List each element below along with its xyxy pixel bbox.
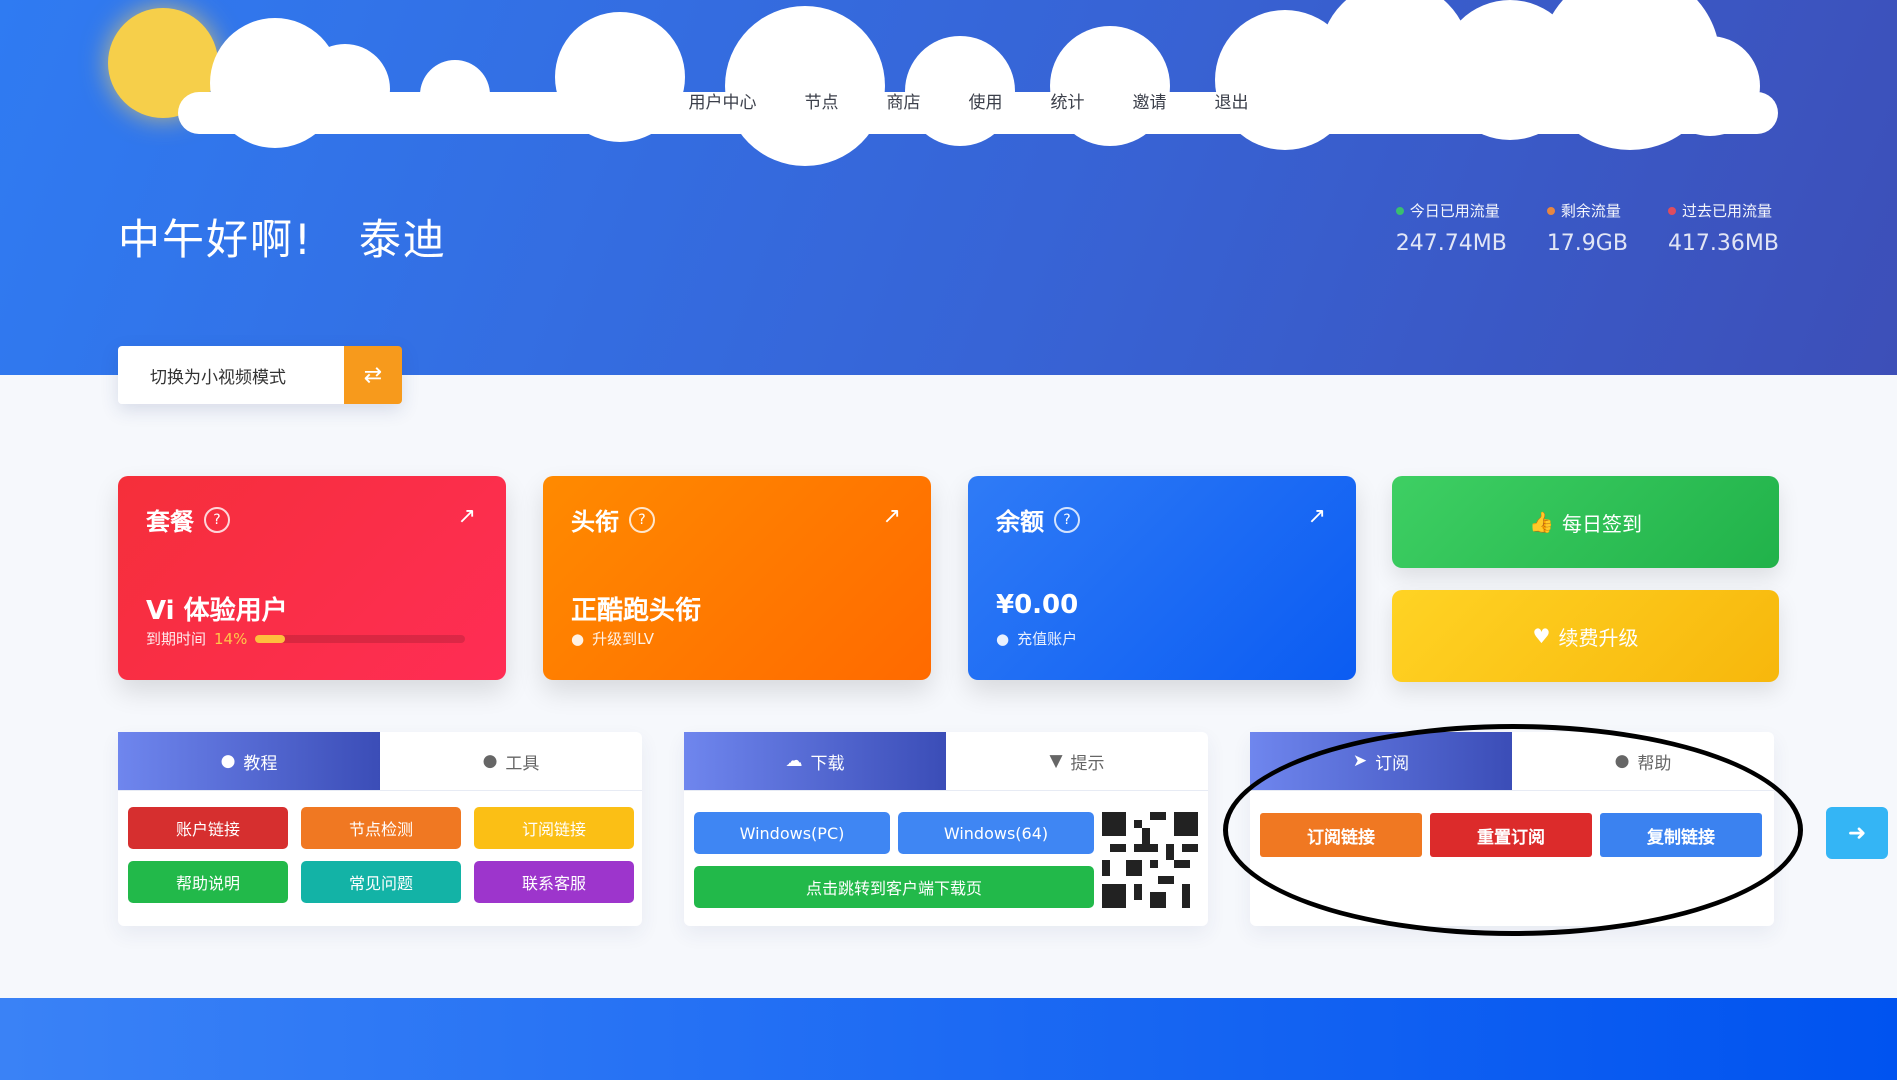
thumbs-up-icon: 👍 <box>1529 510 1554 534</box>
tab-tutorial[interactable]: ● 教程 <box>118 732 380 790</box>
card-sub-label: 升级到LV <box>592 630 655 648</box>
subscription-link-button[interactable]: 订阅链接 <box>1260 813 1422 857</box>
version-switch-label: 切换为小视频模式 <box>118 346 344 404</box>
card-main: Vi 体验用户 <box>146 596 288 626</box>
share-icon[interactable]: ↗ <box>1308 504 1326 529</box>
help-button[interactable]: 帮助说明 <box>128 861 288 903</box>
cloud-icon: ☁ <box>785 751 803 771</box>
node-check-button[interactable]: 节点检测 <box>301 807 461 849</box>
nav-item-nodes[interactable]: 节点 <box>805 88 839 118</box>
top-nav: 用户中心 节点 商店 使用 统计 邀请 退出 <box>0 88 1897 118</box>
help-icon[interactable]: ? <box>1054 506 1080 533</box>
globe-icon: ● <box>1614 751 1630 771</box>
card-main: ¥0.00 <box>996 590 1079 620</box>
tab-help[interactable]: ● 帮助 <box>1512 732 1774 790</box>
stat-label: 剩余流量 <box>1560 202 1621 220</box>
balance-card: 余额? ↗ ¥0.00 ● 充值账户 <box>968 476 1356 680</box>
stat-value: 417.36MB <box>1667 231 1779 256</box>
card-title: 余额 <box>996 508 1044 536</box>
share-icon[interactable]: ↗ <box>883 504 901 529</box>
qr-code <box>1102 812 1198 908</box>
card-main: 正酷跑头衔 <box>571 596 702 626</box>
stat-today-used: 今日已用流量 247.74MB <box>1395 200 1507 256</box>
help-icon[interactable]: ? <box>204 506 230 533</box>
traffic-stats: 今日已用流量 247.74MB 剩余流量 17.9GB 过去已用流量 417.3… <box>1395 200 1779 256</box>
tab-label: 教程 <box>243 753 278 774</box>
contact-support-button[interactable]: 联系客服 <box>474 861 634 903</box>
renew-button[interactable]: ♥ 续费升级 <box>1392 590 1779 682</box>
copy-link-button[interactable]: 复制链接 <box>1600 813 1762 857</box>
tab-download[interactable]: ☁ 下载 <box>684 732 946 790</box>
card-sub-label: 到期时间 <box>146 630 207 648</box>
download-panel: ☁ 下载 ▼ 提示 Windows(PC) Windows(64) 点击跳转到客户端… <box>684 732 1208 926</box>
green-dot-icon <box>1395 206 1404 215</box>
tab-icon: ● <box>482 751 498 771</box>
tab-tips[interactable]: ▼ 提示 <box>946 732 1208 790</box>
tab-label: 帮助 <box>1637 753 1672 774</box>
nav-item-user-center[interactable]: 用户中心 <box>689 88 757 118</box>
card-title: 套餐 <box>146 508 194 536</box>
title-card: 头衔? ↗ 正酷跑头衔 ● 升级到LV <box>543 476 931 680</box>
heart-icon: ♥ <box>1532 624 1551 648</box>
progress-label: 14% <box>214 629 248 648</box>
cloud-puff <box>1050 26 1170 146</box>
nav-item-usage[interactable]: 使用 <box>969 88 1003 118</box>
version-switch[interactable]: 切换为小视频模式 ⇄ <box>118 346 402 404</box>
stat-value: 17.9GB <box>1546 231 1628 256</box>
tab-icon: ● <box>220 751 236 771</box>
cloud-puff <box>555 12 685 142</box>
nav-item-invite[interactable]: 邀请 <box>1133 88 1167 118</box>
tutorial-panel: ● 教程 ● 工具 账户链接 节点检测 订阅链接 帮助说明 常见问题 联系客服 <box>118 732 642 926</box>
tab-tools[interactable]: ● 工具 <box>380 732 642 790</box>
greeting-hello: 中午好啊! <box>118 215 313 264</box>
stat-label: 今日已用流量 <box>1409 202 1500 220</box>
swap-icon[interactable]: ⇄ <box>344 346 402 404</box>
nav-item-logout[interactable]: 退出 <box>1215 88 1249 118</box>
orange-dot-icon <box>1546 206 1555 215</box>
tab-label: 下载 <box>810 753 845 774</box>
greeting-name: 泰迪 <box>358 215 447 264</box>
pin-icon: ▼ <box>1049 751 1063 771</box>
nav-item-stats[interactable]: 统计 <box>1051 88 1085 118</box>
renew-label: 续费升级 <box>1558 625 1639 650</box>
arrow-right-icon: ➜ <box>1847 820 1867 846</box>
tab-label: 工具 <box>505 753 540 774</box>
windows-pc-button[interactable]: Windows(PC) <box>694 812 890 854</box>
faq-button[interactable]: 常见问题 <box>301 861 461 903</box>
progress-bar <box>255 634 466 643</box>
client-download-button[interactable]: 点击跳转到客户端下载页 <box>694 866 1094 908</box>
dot-icon: ● <box>571 629 585 648</box>
tab-subscription[interactable]: ➤ 订阅 <box>1250 732 1512 790</box>
windows-64-button[interactable]: Windows(64) <box>898 812 1094 854</box>
help-icon[interactable]: ? <box>629 506 655 533</box>
cloud-puff <box>725 6 885 166</box>
float-action-button[interactable]: ➜ <box>1826 807 1888 859</box>
card-sub-label: 充值账户 <box>1017 630 1078 648</box>
footer-bar <box>0 998 1897 1080</box>
checkin-label: 每日签到 <box>1561 511 1642 536</box>
stat-label: 过去已用流量 <box>1681 202 1772 220</box>
dot-icon: ● <box>996 629 1010 648</box>
stat-remaining: 剩余流量 17.9GB <box>1546 200 1628 256</box>
stat-value: 247.74MB <box>1395 231 1507 256</box>
tab-label: 订阅 <box>1375 753 1410 774</box>
checkin-button[interactable]: 👍 每日签到 <box>1392 476 1779 568</box>
greeting: 中午好啊! 泰迪 <box>118 206 447 267</box>
tab-label: 提示 <box>1070 753 1105 774</box>
account-link-button[interactable]: 账户链接 <box>128 807 288 849</box>
plan-card: 套餐? ↗ Vi 体验用户 到期时间 14% <box>118 476 506 680</box>
progress-fill <box>255 634 285 643</box>
send-icon: ➤ <box>1352 751 1368 771</box>
stat-past-used: 过去已用流量 417.36MB <box>1667 200 1779 256</box>
red-dot-icon <box>1667 206 1676 215</box>
reset-subscription-button[interactable]: 重置订阅 <box>1430 813 1592 857</box>
card-title: 头衔 <box>571 508 619 536</box>
subscription-link-button[interactable]: 订阅链接 <box>474 807 634 849</box>
subscription-panel: ➤ 订阅 ● 帮助 订阅链接 重置订阅 复制链接 <box>1250 732 1774 926</box>
cloud-puff <box>1660 36 1760 136</box>
share-icon[interactable]: ↗ <box>458 504 476 529</box>
nav-item-shop[interactable]: 商店 <box>887 88 921 118</box>
hero-banner: 用户中心 节点 商店 使用 统计 邀请 退出 中午好啊! 泰迪 今日已用流量 2… <box>0 0 1897 375</box>
